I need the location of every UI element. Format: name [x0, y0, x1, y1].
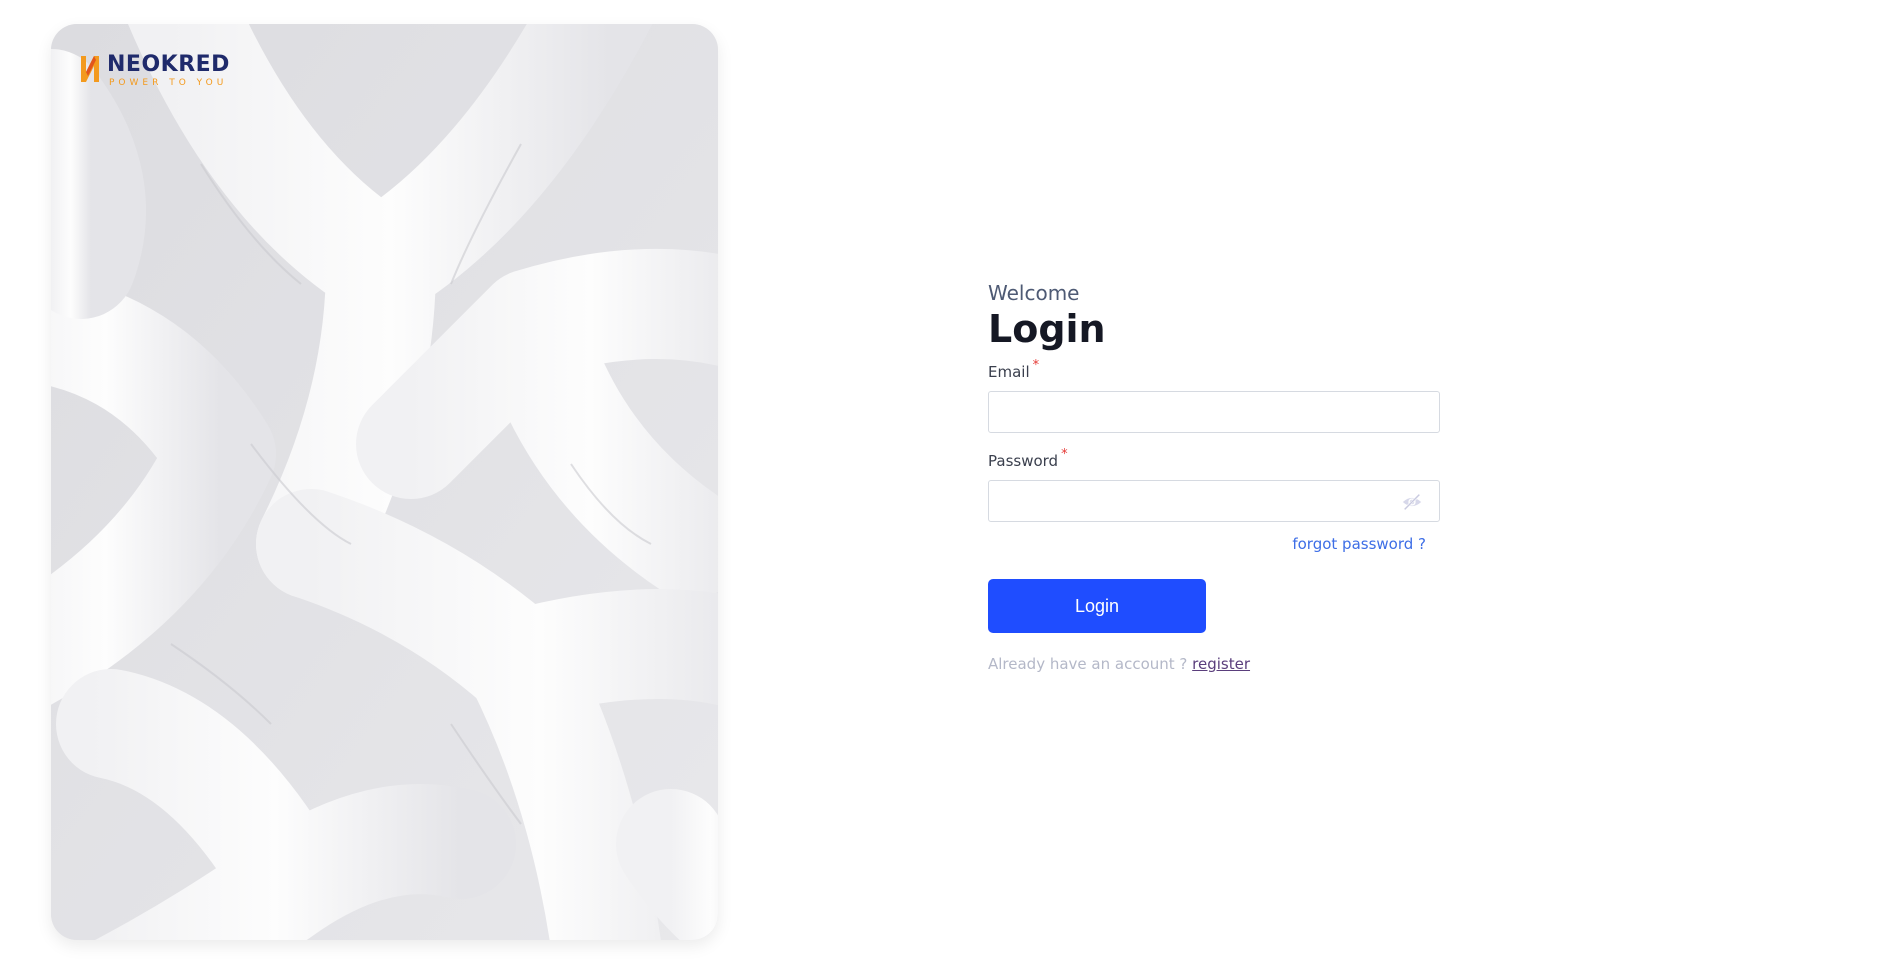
email-required-mark: * [1032, 358, 1040, 373]
email-label-text: Email [988, 363, 1030, 381]
password-required-mark: * [1061, 447, 1068, 462]
register-prompt: Already have an account ? [988, 655, 1188, 673]
login-button[interactable]: Login [988, 579, 1206, 633]
forgot-password-link[interactable]: forgot password ? [1292, 535, 1426, 553]
password-label-text: Password [988, 452, 1059, 470]
brand-name: NEOKRED [107, 52, 230, 77]
abstract-pattern-image [51, 24, 718, 940]
email-label: Email * [988, 358, 1440, 382]
brand-tagline: POWER TO YOU [109, 78, 228, 88]
register-row: Already have an account ? register [988, 655, 1440, 673]
password-label: Password * [988, 447, 1440, 471]
register-link[interactable]: register [1192, 655, 1250, 673]
hero-image-panel: NEOKRED POWER TO YOU [51, 24, 718, 940]
page-title: Login [988, 307, 1106, 351]
neokred-logo-icon [81, 56, 99, 82]
brand-logo: NEOKRED POWER TO YOU [79, 52, 230, 88]
welcome-text: Welcome [988, 281, 1080, 305]
login-page: NEOKRED POWER TO YOU Welcome Login Email… [0, 0, 1886, 960]
login-form: Welcome Login Email * Password * forgot pa… [988, 280, 1440, 673]
password-field-container [988, 480, 1440, 522]
email-field-container [988, 391, 1440, 433]
password-input[interactable] [989, 481, 1439, 521]
eye-off-icon[interactable] [1401, 491, 1423, 513]
email-input[interactable] [989, 392, 1439, 432]
